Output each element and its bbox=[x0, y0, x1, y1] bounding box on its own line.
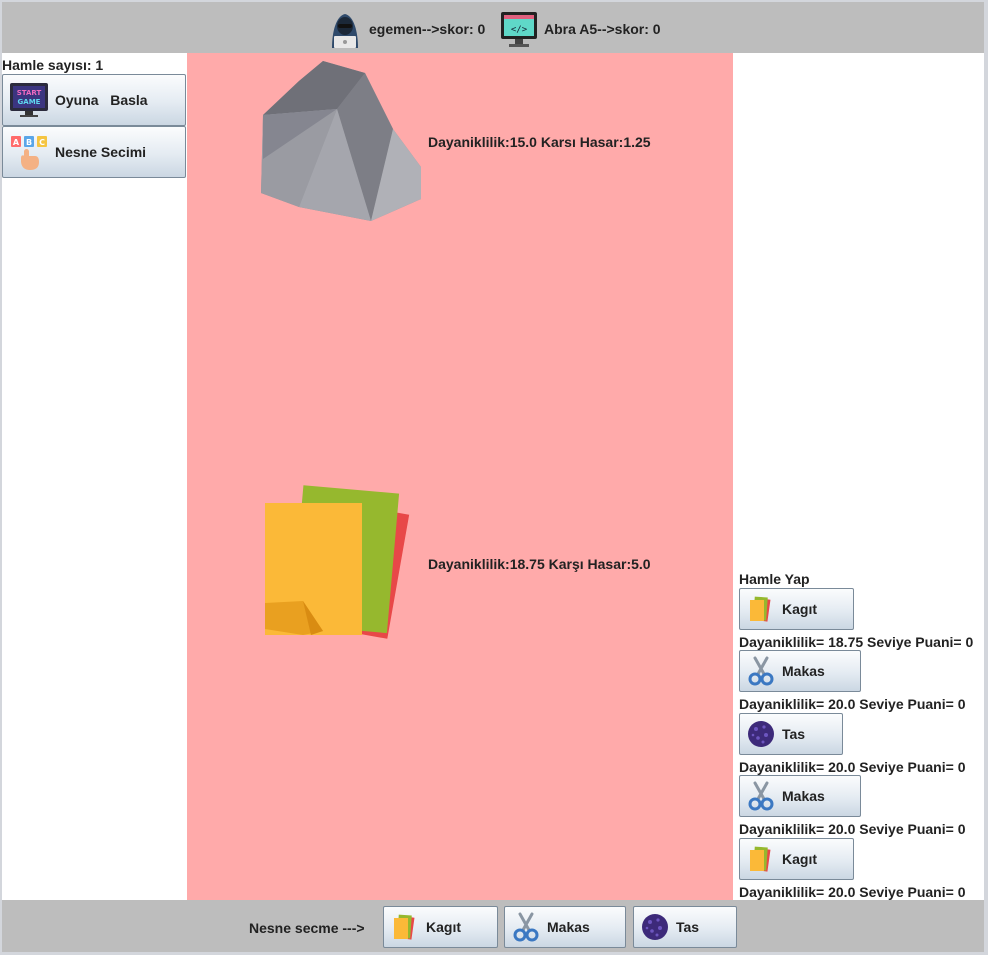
object-select-bar: Nesne secme ---> Kagıt Makas Tas bbox=[2, 900, 984, 952]
rock-icon bbox=[746, 719, 776, 749]
paper-icon bbox=[390, 912, 420, 942]
move-panel: Hamle Yap Kagıt Dayaniklilik= 18.75 Sevi… bbox=[733, 53, 984, 900]
player-score: egemen-->skor: 0 bbox=[369, 21, 486, 37]
move-panel-title: Hamle Yap bbox=[739, 571, 810, 587]
top-object-stats: Dayaniklilik:15.0 Karsı Hasar:1.25 bbox=[428, 134, 651, 150]
move-card-3-stats: Dayaniklilik= 20.0 Seviye Puani= 0 bbox=[739, 759, 966, 775]
move-counter: Hamle sayısı: 1 bbox=[2, 57, 104, 73]
start-game-button[interactable]: START GAME Oyuna Basla bbox=[2, 74, 186, 126]
scissors-icon bbox=[511, 912, 541, 942]
svg-text:GAME: GAME bbox=[18, 98, 41, 106]
computer-score: Abra A5-->skor: 0 bbox=[544, 21, 661, 37]
svg-text:C: C bbox=[39, 138, 45, 147]
move-card-4-label: Makas bbox=[782, 788, 825, 804]
move-card-4-stats: Dayaniklilik= 20.0 Seviye Puani= 0 bbox=[739, 821, 966, 837]
scissors-icon bbox=[746, 781, 776, 811]
start-game-icon: START GAME bbox=[9, 82, 49, 118]
left-panel: Hamle sayısı: 1 START GAME Oyuna Basla A… bbox=[2, 53, 187, 900]
svg-text:</>: </> bbox=[511, 25, 528, 35]
move-card-3-button[interactable]: Tas bbox=[739, 713, 843, 755]
select-scissors-button[interactable]: Makas bbox=[504, 906, 626, 948]
move-card-3-label: Tas bbox=[782, 726, 806, 742]
paper-icon bbox=[746, 594, 776, 624]
svg-text:B: B bbox=[26, 138, 32, 147]
move-card-5-stats: Dayaniklilik= 20.0 Seviye Puani= 0 bbox=[739, 884, 966, 900]
move-card-2-stats: Dayaniklilik= 20.0 Seviye Puani= 0 bbox=[739, 696, 966, 712]
move-card-1-stats: Dayaniklilik= 18.75 Seviye Puani= 0 bbox=[739, 634, 974, 650]
move-card-4-button[interactable]: Makas bbox=[739, 775, 861, 817]
object-selection-label: Nesne Secimi bbox=[55, 144, 147, 160]
rock-sprite bbox=[261, 59, 423, 221]
bottom-object-stats: Dayaniklilik:18.75 Karşı Hasar:5.0 bbox=[428, 556, 651, 572]
abc-hand-icon: A B C bbox=[9, 132, 49, 172]
move-card-2-button[interactable]: Makas bbox=[739, 650, 861, 692]
move-card-2-label: Makas bbox=[782, 663, 825, 679]
select-paper-button[interactable]: Kagıt bbox=[383, 906, 498, 948]
battle-arena: Dayaniklilik:15.0 Karsı Hasar:1.25 Dayan… bbox=[187, 53, 733, 900]
svg-text:START: START bbox=[17, 89, 42, 97]
hacker-avatar-icon bbox=[324, 8, 366, 50]
rock-icon bbox=[640, 912, 670, 942]
scissors-icon bbox=[746, 656, 776, 686]
move-card-1-label: Kagıt bbox=[782, 601, 817, 617]
object-selection-button[interactable]: A B C Nesne Secimi bbox=[2, 126, 186, 178]
select-prompt: Nesne secme ---> bbox=[249, 920, 365, 936]
select-scissors-label: Makas bbox=[547, 919, 590, 935]
computer-monitor-icon: </> bbox=[498, 8, 540, 50]
start-game-label: Oyuna Basla bbox=[55, 92, 148, 108]
paper-icon bbox=[746, 844, 776, 874]
select-rock-button[interactable]: Tas bbox=[633, 906, 737, 948]
move-card-5-label: Kagıt bbox=[782, 851, 817, 867]
svg-text:A: A bbox=[13, 138, 20, 147]
select-paper-label: Kagıt bbox=[426, 919, 461, 935]
move-card-5-button[interactable]: Kagıt bbox=[739, 838, 854, 880]
move-card-1-button[interactable]: Kagıt bbox=[739, 588, 854, 630]
select-rock-label: Tas bbox=[676, 919, 700, 935]
paper-sprite bbox=[263, 481, 423, 647]
score-bar: egemen-->skor: 0 </> Abra A5-->skor: 0 bbox=[2, 2, 984, 53]
